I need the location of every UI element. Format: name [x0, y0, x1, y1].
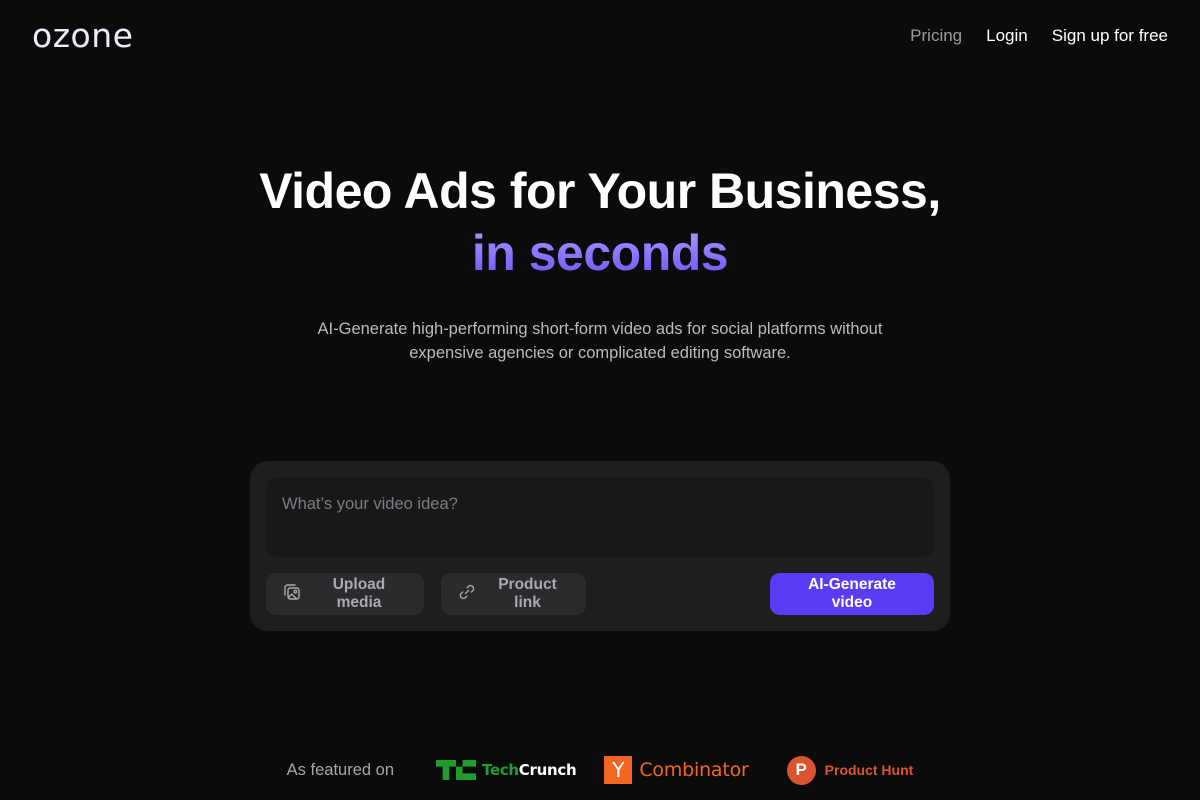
hero-title-highlight: in seconds: [472, 222, 729, 284]
ycombinator-logo-icon: Y: [604, 756, 633, 784]
product-link-button[interactable]: Product link: [441, 573, 586, 615]
upload-media-label: Upload media: [332, 576, 386, 611]
logo[interactable]: ozone: [32, 16, 133, 55]
producthunt-logo[interactable]: P Product Hunt: [786, 755, 914, 785]
featured-on-bar: As featured on TechCrunch Y Combinator P…: [0, 752, 1200, 788]
techcrunch-logo[interactable]: TechCrunch: [436, 760, 577, 780]
featured-label: As featured on: [286, 760, 394, 779]
nav-pricing[interactable]: Pricing: [910, 26, 962, 46]
ycombinator-logo[interactable]: Y Combinator: [604, 756, 749, 784]
video-idea-input[interactable]: [266, 477, 934, 557]
techcrunch-wordmark: TechCrunch: [482, 761, 577, 779]
techcrunch-logo-icon: [436, 760, 476, 780]
landing-page: ozone Pricing Login Sign up for free Vid…: [0, 0, 1200, 800]
image-upload-icon: [282, 582, 302, 607]
upload-media-button[interactable]: Upload media: [266, 573, 424, 615]
hero-subtitle: AI-Generate high-performing short-form v…: [317, 320, 883, 362]
product-link-label: Product link: [498, 576, 557, 611]
ycombinator-wordmark: Combinator: [639, 759, 749, 781]
top-nav: Pricing Login Sign up for free: [910, 26, 1168, 46]
link-icon: [457, 582, 477, 607]
site-header: ozone Pricing Login Sign up for free: [0, 0, 1200, 72]
nav-login[interactable]: Login: [986, 26, 1028, 46]
producthunt-wordmark: Product Hunt: [824, 762, 914, 778]
generate-video-button[interactable]: AI-Generate video: [770, 573, 934, 615]
hero-title: Video Ads for Your Business, in seconds: [0, 160, 1200, 284]
prompt-card: Upload media Product link AI-Generate vi…: [250, 461, 950, 631]
nav-signup[interactable]: Sign up for free: [1052, 26, 1168, 46]
producthunt-logo-icon: P: [786, 755, 816, 785]
hero-title-line1: Video Ads for Your Business,: [259, 163, 941, 219]
